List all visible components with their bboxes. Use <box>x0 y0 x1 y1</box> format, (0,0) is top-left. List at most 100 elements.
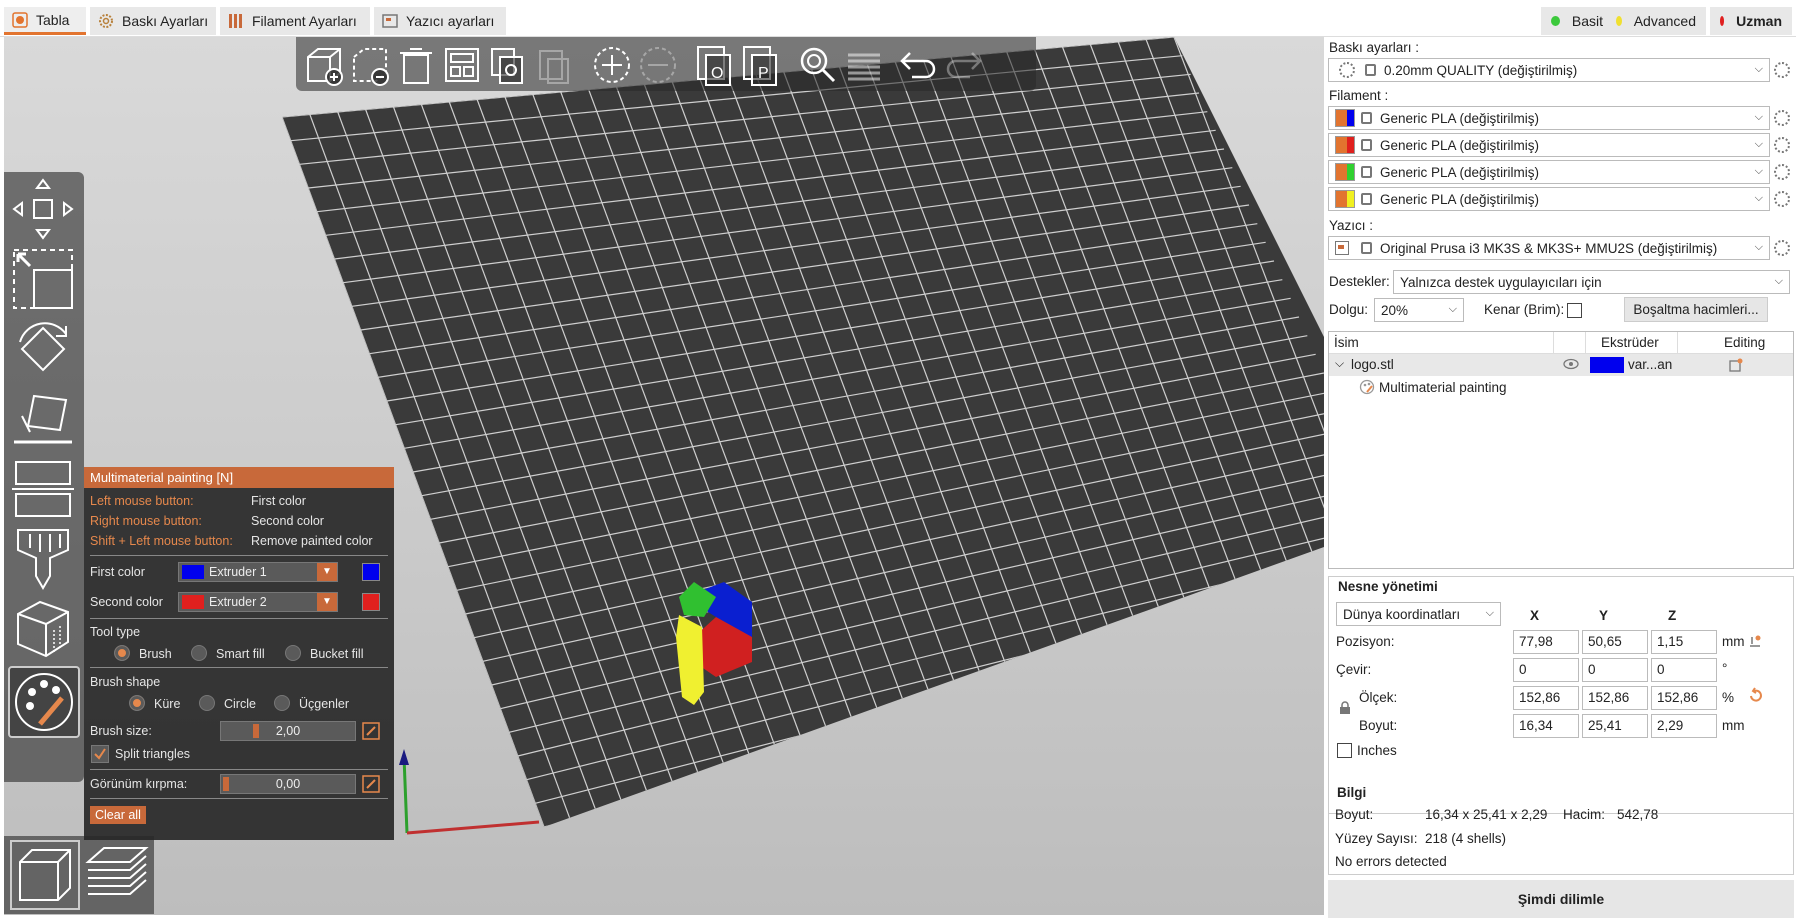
mode-simple[interactable]: Basit <box>1541 7 1613 35</box>
size-y-input[interactable]: 25,41 <box>1582 714 1648 738</box>
mode-advanced[interactable]: Advanced <box>1606 7 1706 35</box>
modifier-row[interactable]: Multimaterial painting <box>1329 377 1793 399</box>
tab-print-settings[interactable]: Baskı Ayarları <box>90 7 216 35</box>
tool-smart-fill-radio[interactable] <box>191 645 207 661</box>
first-color-label: First color <box>90 565 145 579</box>
shape-sphere-radio[interactable] <box>129 695 145 711</box>
layers-editing-icon[interactable] <box>842 43 886 87</box>
filament-select-4[interactable]: Generic PLA (değiştirilmiş) ⌵ <box>1328 187 1770 211</box>
clear-all-button[interactable]: Clear all <box>90 806 146 824</box>
remove-instance-icon[interactable] <box>636 43 680 87</box>
purge-volumes-button[interactable]: Boşaltma hacimleri... <box>1624 297 1768 322</box>
rotate-x-input[interactable]: 0 <box>1513 658 1579 682</box>
brush-size-slider[interactable]: 2,00 <box>220 721 356 741</box>
redo-icon[interactable] <box>942 43 986 87</box>
3d-view-icon[interactable] <box>10 840 80 910</box>
rotate-z-input[interactable]: 0 <box>1651 658 1717 682</box>
search-icon[interactable] <box>796 43 840 87</box>
scale-y-input[interactable]: 152,86 <box>1582 686 1648 710</box>
delete-all-icon[interactable] <box>394 43 438 87</box>
object-row[interactable]: ⌵ logo.stl var...an <box>1329 354 1793 376</box>
rotate-y-input[interactable]: 0 <box>1582 658 1648 682</box>
copy-icon[interactable] <box>486 43 530 87</box>
first-color-swatch[interactable] <box>362 563 380 581</box>
col-extruder[interactable]: Ekstrüder <box>1601 335 1659 350</box>
reset-scale-icon[interactable] <box>1747 687 1765 705</box>
filament-select-3[interactable]: Generic PLA (değiştirilmiş) ⌵ <box>1328 160 1770 184</box>
right-mouse-value: Second color <box>251 514 324 528</box>
chevron-down-icon[interactable]: ⌵ <box>1335 356 1344 371</box>
tool-bucket-fill-radio[interactable] <box>285 645 301 661</box>
print-settings-gear-icon[interactable] <box>1774 62 1790 78</box>
filament-name: Generic PLA (değiştirilmiş) <box>1380 191 1540 207</box>
tab-plater[interactable]: Tabla <box>4 7 86 35</box>
split-parts-icon[interactable]: P <box>740 43 784 87</box>
add-icon[interactable] <box>302 43 346 87</box>
shape-circle-radio[interactable] <box>199 695 215 711</box>
printer-settings-gear-icon[interactable] <box>1774 240 1790 256</box>
support-paint-icon[interactable] <box>10 526 76 592</box>
second-extruder-select[interactable]: Extruder 2 ▼ <box>178 592 338 612</box>
tab-filament-settings[interactable]: Filament Ayarları <box>220 7 370 35</box>
filament-settings-gear-icon[interactable] <box>1774 164 1790 180</box>
undo-icon[interactable] <box>896 43 940 87</box>
mode-expert[interactable]: Uzman <box>1710 7 1792 35</box>
move-icon[interactable] <box>10 176 76 242</box>
size-z-input[interactable]: 2,29 <box>1651 714 1717 738</box>
drop-to-bed-icon[interactable] <box>1747 633 1763 649</box>
supports-select[interactable]: Yalnızca destek uygulayıcıları için ⌵ <box>1393 270 1790 294</box>
col-editing[interactable]: Editing <box>1724 335 1765 350</box>
plater-icon <box>12 11 28 28</box>
add-instance-icon[interactable] <box>590 43 634 87</box>
first-extruder-select[interactable]: Extruder 1 ▼ <box>178 562 338 582</box>
edit-pencil-icon[interactable] <box>362 722 380 740</box>
brim-checkbox[interactable] <box>1567 303 1582 318</box>
place-on-face-icon[interactable] <box>10 386 76 452</box>
printer-select[interactable]: Original Prusa i3 MK3S & MK3S+ MMU2S (de… <box>1328 236 1770 260</box>
3d-scene[interactable]: O P Multimaterial painting [N] Left mous… <box>4 37 1324 915</box>
second-color-swatch[interactable] <box>362 593 380 611</box>
cut-icon[interactable] <box>10 456 76 522</box>
seam-paint-icon[interactable] <box>10 596 76 662</box>
tab-printer-settings[interactable]: Yazıcı ayarları <box>374 7 506 35</box>
scale-label: Ölçek: <box>1359 690 1398 705</box>
filament-select-2[interactable]: Generic PLA (değiştirilmiş) ⌵ <box>1328 133 1770 157</box>
size-x-input[interactable]: 16,34 <box>1513 714 1579 738</box>
scale-x-input[interactable]: 152,86 <box>1513 686 1579 710</box>
delete-icon[interactable] <box>348 43 392 87</box>
arrange-icon[interactable] <box>440 43 484 87</box>
tab-label: Yazıcı ayarları <box>406 13 495 29</box>
infill-select[interactable]: 20% ⌵ <box>1374 298 1464 322</box>
print-profile-select[interactable]: 0.20mm QUALITY (değiştirilmiş) ⌵ <box>1328 58 1770 82</box>
split-objects-icon[interactable]: O <box>694 43 738 87</box>
filament-settings-gear-icon[interactable] <box>1774 137 1790 153</box>
scale-icon[interactable] <box>10 246 76 312</box>
split-triangles-checkbox[interactable] <box>91 745 109 763</box>
position-z-input[interactable]: 1,15 <box>1651 630 1717 654</box>
edit-pencil-icon[interactable] <box>362 775 380 793</box>
scale-z-input[interactable]: 152,86 <box>1651 686 1717 710</box>
rotate-icon[interactable] <box>10 316 76 382</box>
object-extruder[interactable]: var...an <box>1628 357 1672 372</box>
coordinate-system-select[interactable]: Dünya koordinatları ⌵ <box>1336 602 1501 626</box>
print-settings-label: Baskı ayarları : <box>1329 40 1420 55</box>
shape-triangles-radio[interactable] <box>274 695 290 711</box>
position-y-input[interactable]: 50,65 <box>1582 630 1648 654</box>
filament-settings-gear-icon[interactable] <box>1774 110 1790 126</box>
position-x-input[interactable]: 77,98 <box>1513 630 1579 654</box>
clipping-slider[interactable]: 0,00 <box>220 774 356 794</box>
slider-knob[interactable] <box>253 724 259 738</box>
col-name[interactable]: İsim <box>1334 335 1359 350</box>
eye-icon[interactable] <box>1563 358 1579 370</box>
edit-settings-icon[interactable] <box>1729 358 1743 372</box>
slice-now-button[interactable]: Şimdi dilimle <box>1328 880 1794 918</box>
tool-brush-radio[interactable] <box>114 645 130 661</box>
filament-settings-gear-icon[interactable] <box>1774 191 1790 207</box>
paste-icon[interactable] <box>532 43 576 87</box>
multimaterial-paint-icon[interactable] <box>8 666 80 738</box>
preview-layers-icon[interactable] <box>82 840 152 910</box>
filament-select-1[interactable]: Generic PLA (değiştirilmiş) ⌵ <box>1328 106 1770 130</box>
lock-icon[interactable] <box>1339 701 1351 715</box>
slider-knob[interactable] <box>223 777 229 791</box>
inches-checkbox[interactable] <box>1337 743 1352 758</box>
